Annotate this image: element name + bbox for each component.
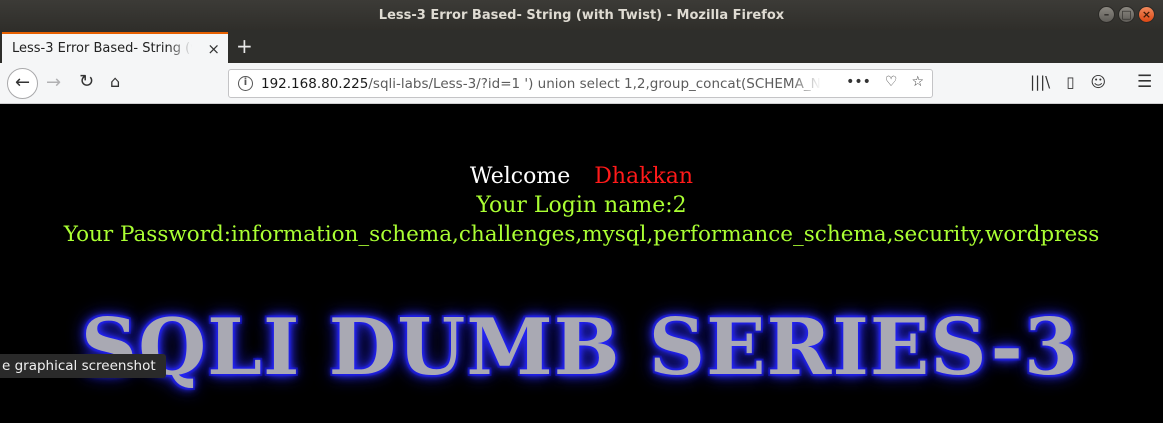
minimize-button[interactable]: – bbox=[1098, 6, 1115, 23]
hamburger-menu-icon[interactable]: ☰ bbox=[1137, 72, 1152, 92]
login-name-text: Your Login name:2 bbox=[476, 193, 687, 218]
welcome-line: Welcome Dhakkan bbox=[0, 164, 1163, 189]
back-button[interactable]: ← bbox=[7, 68, 38, 99]
maximize-button[interactable]: □ bbox=[1118, 6, 1135, 23]
welcome-name: Dhakkan bbox=[594, 164, 694, 189]
tab-close-icon[interactable]: × bbox=[207, 40, 220, 58]
welcome-label: Welcome bbox=[469, 164, 571, 189]
forward-button[interactable]: → bbox=[46, 72, 61, 93]
new-tab-button[interactable]: + bbox=[236, 34, 253, 58]
tab-active[interactable]: Less-3 Error Based- String (with Twist) … bbox=[2, 32, 228, 63]
reload-button[interactable]: ↻ bbox=[79, 71, 94, 92]
url-actions: ••• ♡ ☆ bbox=[846, 74, 924, 90]
tab-strip: Less-3 Error Based- String (with Twist) … bbox=[0, 30, 1163, 63]
window-title: Less-3 Error Based- String (with Twist) … bbox=[378, 7, 785, 23]
home-button[interactable]: ⌂ bbox=[110, 72, 120, 91]
pocket-icon[interactable]: ♡ bbox=[885, 74, 898, 90]
tooltip: e graphical screenshot bbox=[0, 354, 166, 378]
sqli-dumb-series-banner: SQLI DUMB SERIES-3 bbox=[80, 301, 1080, 393]
close-window-button[interactable]: × bbox=[1138, 6, 1155, 23]
url-bar[interactable]: i 192.168.80.225/sqli-labs/Less-3/?id=1 … bbox=[228, 69, 933, 98]
url-host: 192.168.80.225 bbox=[261, 75, 369, 92]
password-text: Your Password:information_schema,challen… bbox=[63, 222, 1100, 247]
window-controls: – □ × bbox=[1098, 6, 1155, 23]
site-info-icon[interactable]: i bbox=[238, 76, 253, 91]
page-content: Welcome Dhakkan Your Login name:2 Your Pa… bbox=[0, 104, 1163, 423]
page-actions-icon[interactable]: ••• bbox=[846, 74, 871, 90]
url-path: /sqli-labs/Less-3/?id=1 ') union select … bbox=[368, 75, 821, 92]
navigation-bar: ← → ↻ ⌂ i 192.168.80.225/sqli-labs/Less-… bbox=[0, 63, 1163, 104]
account-icon[interactable]: ☺ bbox=[1090, 73, 1106, 91]
library-icon[interactable]: |||\ bbox=[1030, 73, 1050, 91]
bookmark-star-icon[interactable]: ☆ bbox=[911, 74, 924, 90]
sidebar-icon[interactable]: ▯ bbox=[1066, 73, 1074, 91]
url-text[interactable]: 192.168.80.225/sqli-labs/Less-3/?id=1 ')… bbox=[261, 75, 821, 92]
tab-title: Less-3 Error Based- String (with Twist) bbox=[12, 41, 192, 56]
toolbar-right: |||\ ▯ ☺ bbox=[1030, 73, 1106, 91]
window-titlebar: Less-3 Error Based- String (with Twist) … bbox=[0, 0, 1163, 30]
